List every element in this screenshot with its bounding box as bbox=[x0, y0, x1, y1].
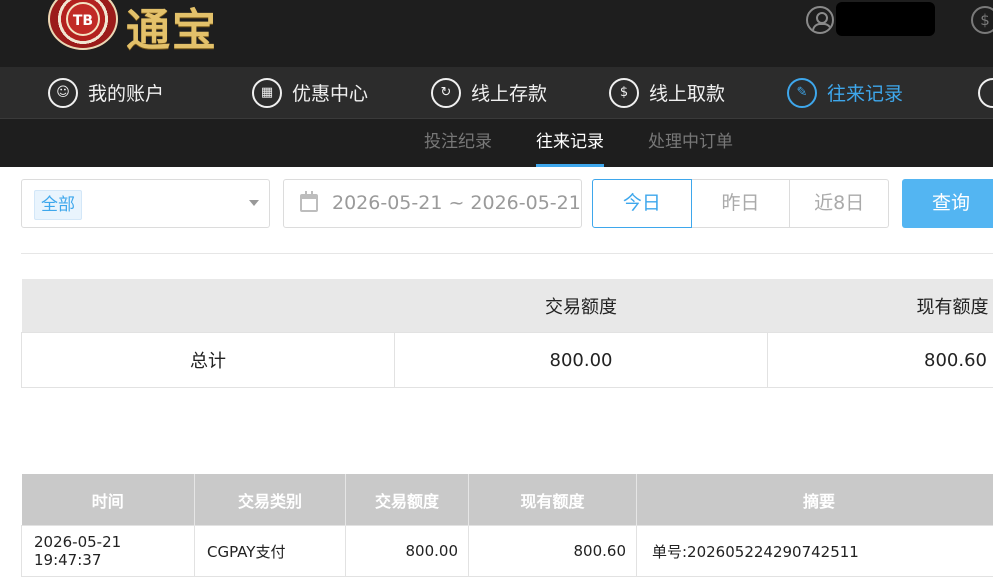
summary-header-blank bbox=[22, 279, 395, 333]
query-button[interactable]: 查询 bbox=[902, 179, 993, 228]
logo-chip-text: TB bbox=[66, 2, 100, 36]
summary-header-balance: 现有额度 bbox=[768, 279, 993, 333]
summary-header-amount: 交易额度 bbox=[395, 279, 768, 333]
summary-table: 交易额度 现有额度 总计 800.00 800.60 bbox=[21, 279, 993, 388]
balance-coin-icon[interactable]: $ bbox=[971, 6, 993, 34]
type-tag[interactable]: 全部 bbox=[34, 190, 82, 220]
nav-label: 我的账户 bbox=[88, 79, 164, 106]
date-range-picker[interactable]: 2026-05-21 ~ 2026-05-21 bbox=[283, 179, 582, 228]
col-memo: 摘要 bbox=[637, 474, 993, 526]
table-row[interactable]: 2026-05-21 19:47:37 CGPAY支付 800.00 800.6… bbox=[22, 526, 993, 577]
main-nav: ☺ 我的账户 ▦ 优惠中心 ↻ 线上存款 $ 线上取款 ✎ 往来记录 bbox=[0, 67, 993, 119]
nav-withdraw[interactable]: $ 线上取款 bbox=[609, 67, 725, 118]
cell-time: 2026-05-21 19:47:37 bbox=[22, 526, 195, 577]
username-redacted[interactable] bbox=[836, 2, 935, 36]
type-select[interactable]: 全部 bbox=[21, 179, 270, 228]
transactions-table: 时间 交易类别 交易额度 现有额度 摘要 2026-05-21 19:47:37… bbox=[21, 474, 993, 577]
record-icon: ✎ bbox=[787, 78, 817, 108]
withdraw-icon: $ bbox=[609, 78, 639, 108]
tab-bet-records[interactable]: 投注纪录 bbox=[424, 119, 492, 167]
tab-transaction-records[interactable]: 往来记录 bbox=[536, 119, 604, 167]
account-avatar-icon[interactable] bbox=[806, 6, 834, 34]
nav-deposit[interactable]: ↻ 线上存款 bbox=[431, 67, 547, 118]
col-balance: 现有额度 bbox=[469, 474, 637, 526]
tab-pending-orders[interactable]: 处理中订单 bbox=[648, 119, 733, 167]
range-today-button[interactable]: 今日 bbox=[592, 179, 692, 228]
sub-nav: 投注纪录 往来记录 处理中订单 bbox=[0, 119, 993, 167]
logo-text[interactable]: 通宝 bbox=[126, 0, 218, 58]
summary-total-label: 总计 bbox=[22, 333, 395, 388]
summary-total-balance: 800.60 bbox=[768, 333, 993, 388]
gift-icon: ▦ bbox=[252, 78, 282, 108]
nav-label: 往来记录 bbox=[827, 79, 903, 106]
more-icon bbox=[978, 78, 993, 108]
summary-total-row: 总计 800.00 800.60 bbox=[22, 333, 993, 388]
calendar-icon bbox=[300, 194, 318, 212]
nav-promotions[interactable]: ▦ 优惠中心 bbox=[252, 67, 368, 118]
quick-range-group: 今日 昨日 近8日 bbox=[592, 179, 889, 228]
nav-records[interactable]: ✎ 往来记录 bbox=[787, 67, 903, 118]
col-amount: 交易额度 bbox=[346, 474, 469, 526]
cell-category: CGPAY支付 bbox=[195, 526, 346, 577]
nav-my-account[interactable]: ☺ 我的账户 bbox=[48, 67, 164, 118]
col-category: 交易类别 bbox=[195, 474, 346, 526]
summary-header-row: 交易额度 现有额度 bbox=[22, 279, 993, 333]
nav-more[interactable] bbox=[978, 67, 993, 118]
range-yesterday-button[interactable]: 昨日 bbox=[691, 179, 791, 228]
range-8days-button[interactable]: 近8日 bbox=[789, 179, 889, 228]
transactions-header-row: 时间 交易类别 交易额度 现有额度 摘要 bbox=[22, 474, 993, 526]
nav-label: 线上取款 bbox=[649, 79, 725, 106]
date-range-text: 2026-05-21 ~ 2026-05-21 bbox=[332, 180, 581, 227]
cell-amount: 800.00 bbox=[346, 526, 469, 577]
summary-total-amount: 800.00 bbox=[395, 333, 768, 388]
col-time: 时间 bbox=[22, 474, 195, 526]
logo-chip-icon[interactable]: TB bbox=[48, 0, 118, 50]
nav-label: 线上存款 bbox=[471, 79, 547, 106]
cell-balance: 800.60 bbox=[469, 526, 637, 577]
chevron-down-icon[interactable] bbox=[249, 200, 259, 206]
nav-label: 优惠中心 bbox=[292, 79, 368, 106]
top-bar: TB 通宝 $ bbox=[0, 0, 993, 67]
divider bbox=[21, 253, 993, 254]
deposit-icon: ↻ bbox=[431, 78, 461, 108]
cell-memo: 单号:202605224290742511 bbox=[637, 526, 993, 577]
user-icon: ☺ bbox=[48, 78, 78, 108]
